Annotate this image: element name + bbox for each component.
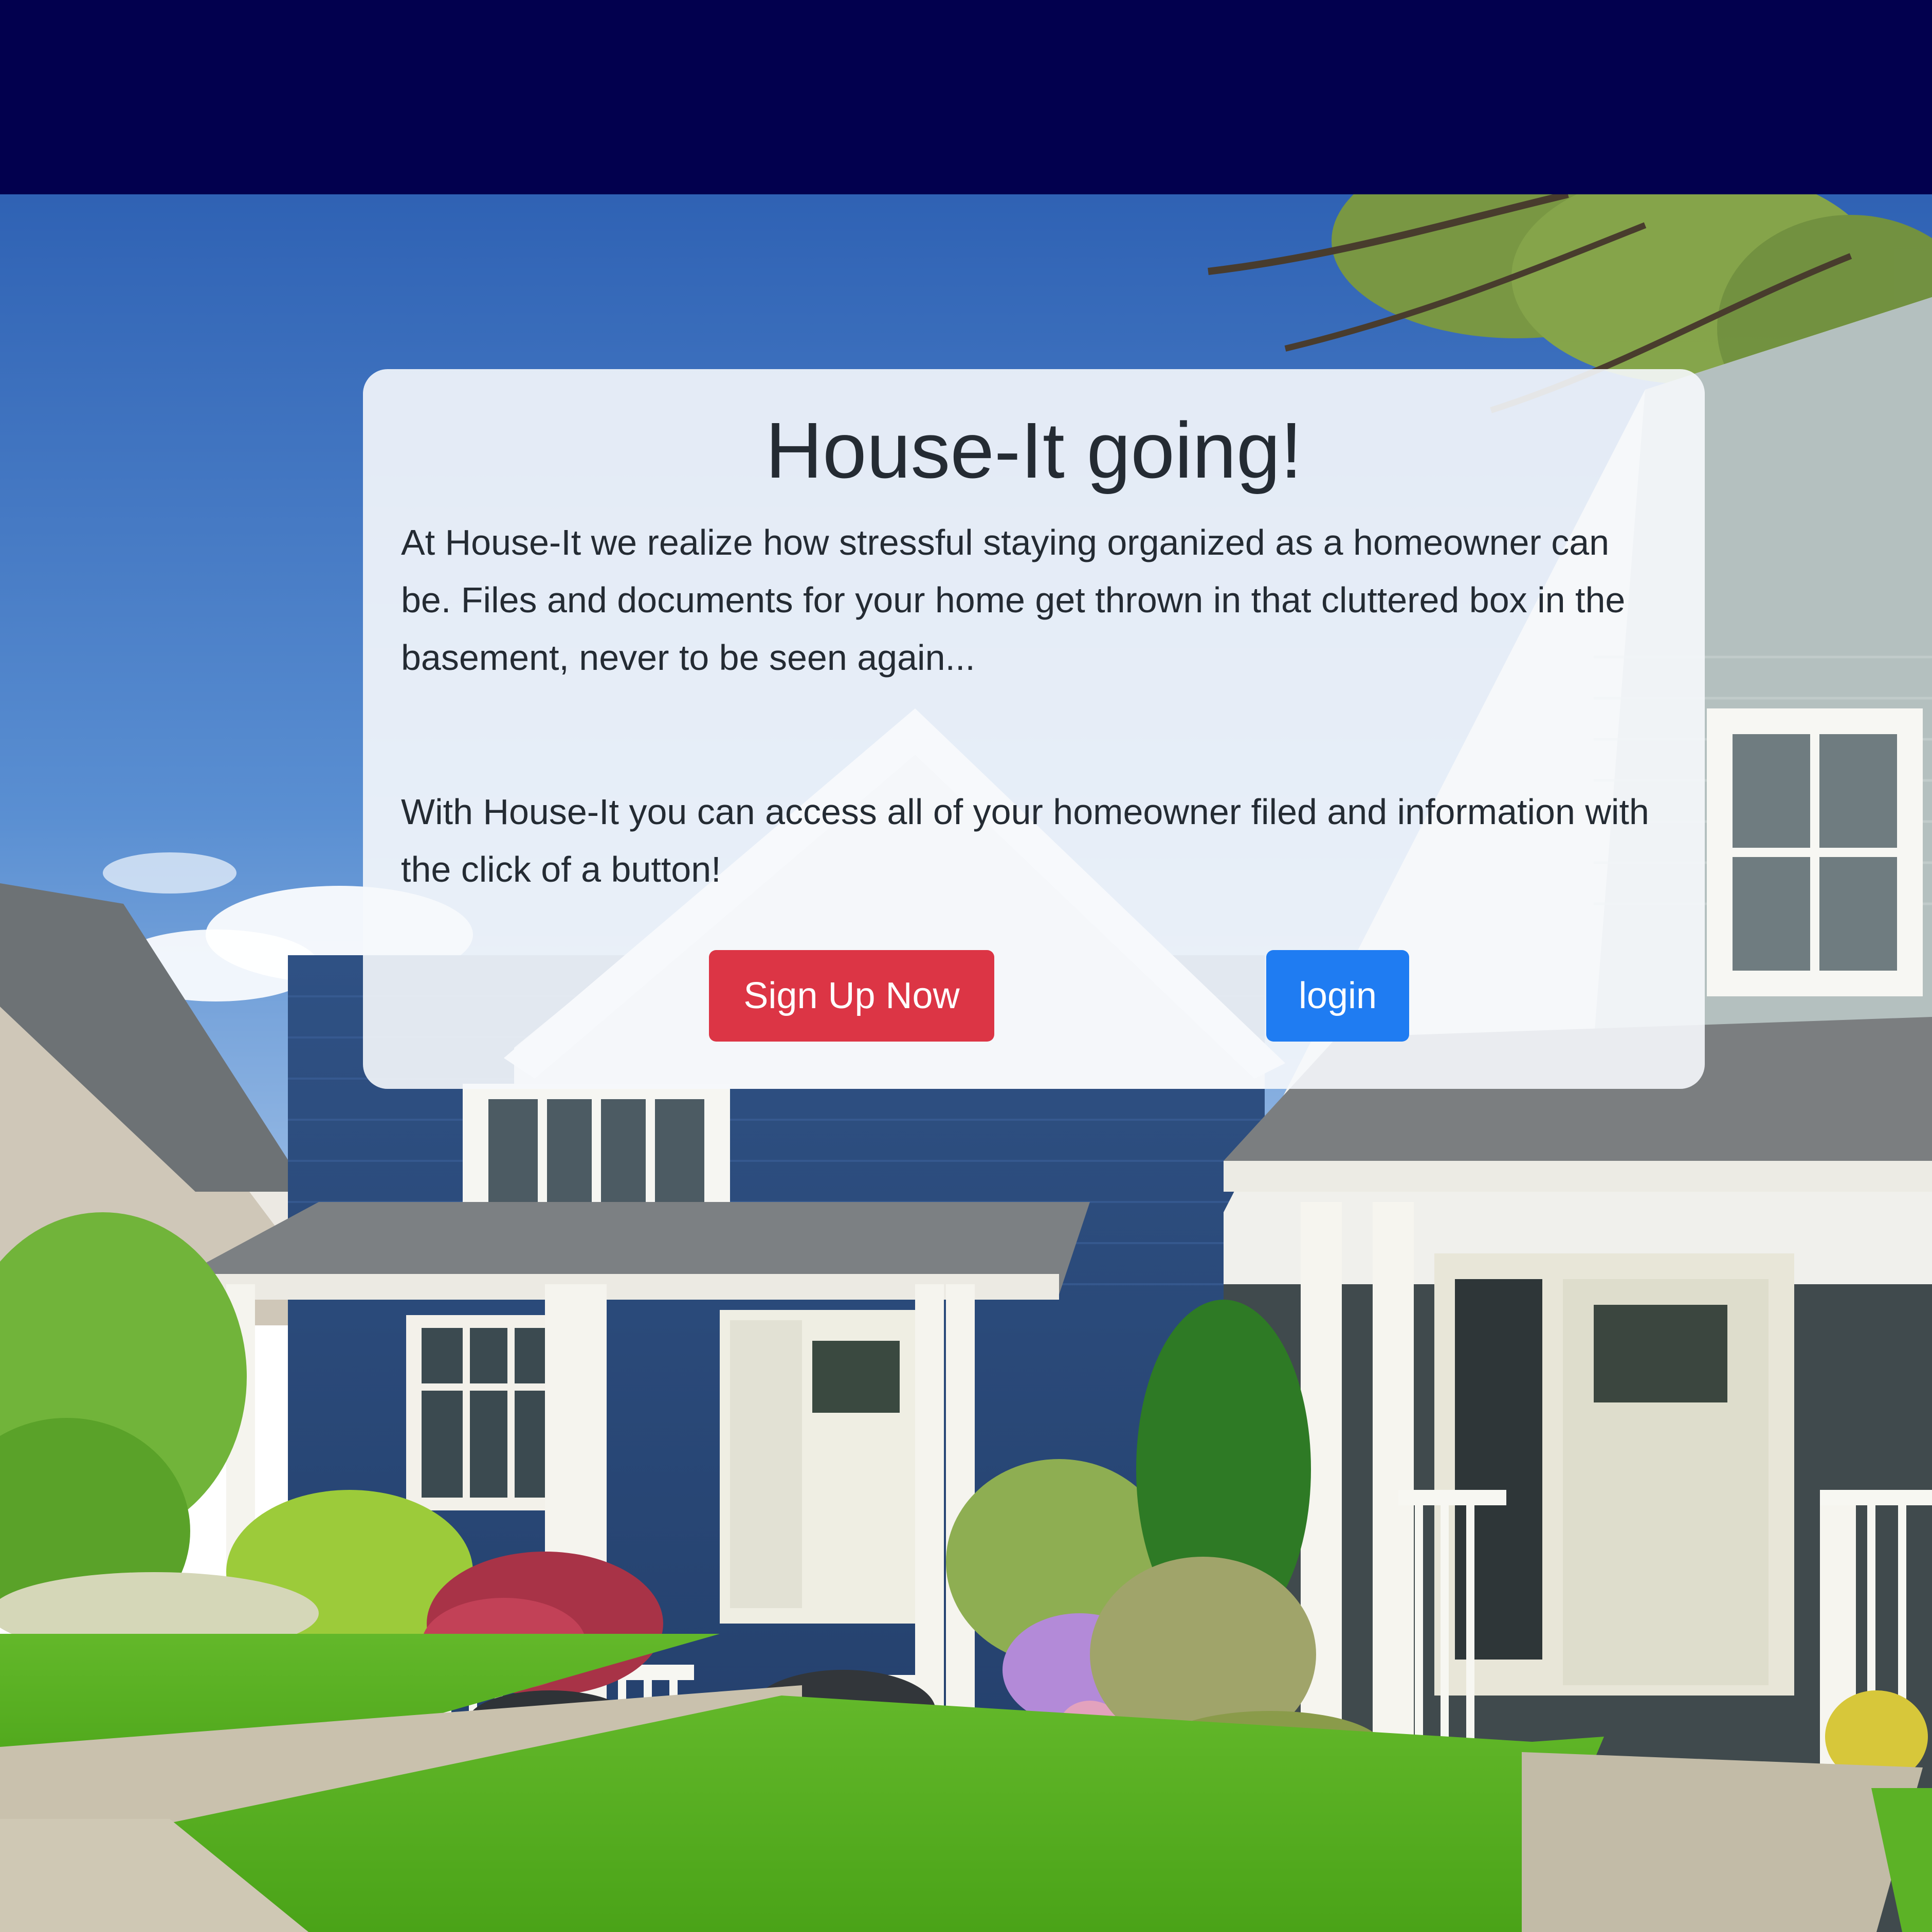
login-button[interactable]: login xyxy=(1266,950,1409,1042)
feature-paragraph: With House-It you can access all of your… xyxy=(401,792,1649,890)
landing-page: House-It going! At House-It we realize h… xyxy=(0,0,1932,1932)
intro-card: House-It going! At House-It we realize h… xyxy=(363,369,1705,1089)
sign-up-button[interactable]: Sign Up Now xyxy=(709,950,994,1042)
top-navbar xyxy=(0,0,1932,194)
intro-paragraph: At House-It we realize how stressful sta… xyxy=(401,522,1626,678)
card-actions: Sign Up Now login xyxy=(363,950,1705,1042)
cloud xyxy=(103,852,236,894)
page-title: House-It going! xyxy=(765,406,1303,495)
